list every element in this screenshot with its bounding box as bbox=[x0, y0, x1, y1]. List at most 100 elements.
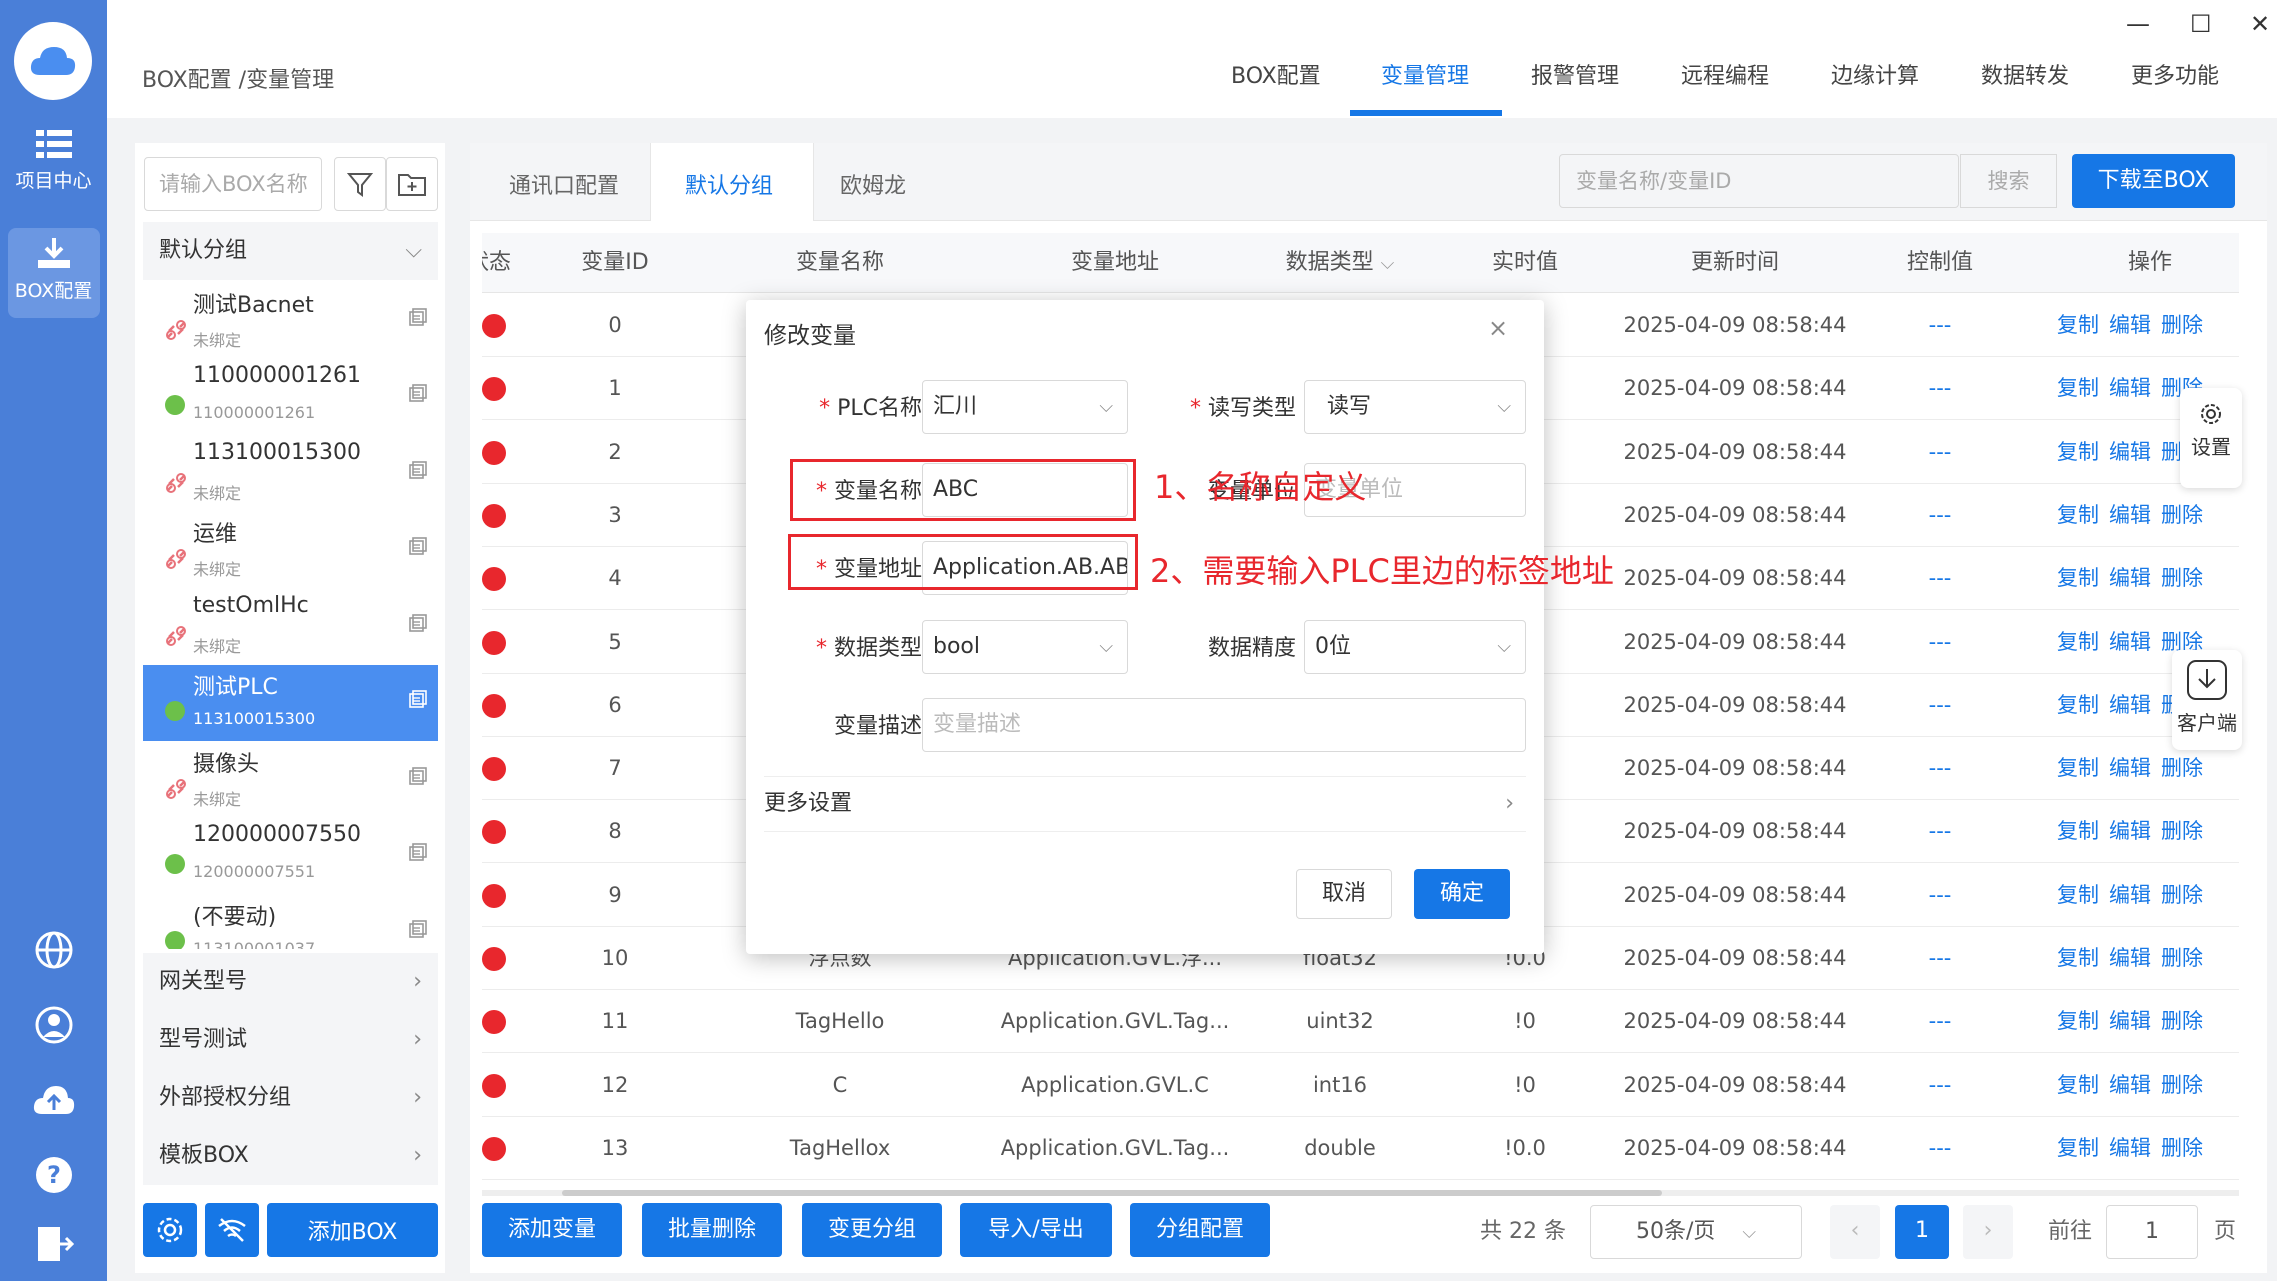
device-item[interactable]: 110000001261 110000001261 bbox=[143, 359, 438, 435]
edit-link[interactable]: 编辑 bbox=[2109, 566, 2151, 590]
current-page[interactable]: 1 bbox=[1895, 1205, 1949, 1259]
nav-edge-computing[interactable]: 边缘计算 bbox=[1831, 58, 1919, 90]
prev-page-button[interactable]: ‹ bbox=[1830, 1205, 1880, 1259]
device-item[interactable]: 测试PLC 113100015300 bbox=[143, 665, 438, 741]
add-variable-button[interactable]: 添加变量 bbox=[482, 1203, 622, 1257]
edit-link[interactable]: 编辑 bbox=[2109, 1009, 2151, 1033]
table-row[interactable]: 11 TagHello Application.GVL.Tag... uint32 !0… bbox=[482, 990, 2239, 1054]
edit-link[interactable]: 编辑 bbox=[2109, 630, 2151, 654]
copy-icon[interactable] bbox=[408, 842, 428, 868]
device-item[interactable]: 运维 未绑定 bbox=[143, 512, 438, 588]
copy-link[interactable]: 复制 bbox=[2057, 1073, 2099, 1097]
col-type[interactable]: 数据类型 ⌵ bbox=[1240, 233, 1440, 293]
device-item[interactable]: 摄像头 未绑定 bbox=[143, 742, 438, 818]
copy-link[interactable]: 复制 bbox=[2057, 376, 2099, 400]
edit-link[interactable]: 编辑 bbox=[2109, 756, 2151, 780]
logout-icon[interactable] bbox=[36, 1225, 75, 1269]
nav-more-functions[interactable]: 更多功能 bbox=[2131, 58, 2219, 90]
copy-link[interactable]: 复制 bbox=[2057, 313, 2099, 337]
box-search-input[interactable]: 请输入BOX名称 bbox=[144, 157, 322, 211]
copy-link[interactable]: 复制 bbox=[2057, 946, 2099, 970]
user-icon[interactable] bbox=[34, 1005, 74, 1051]
nav-variable-management[interactable]: 变量管理 bbox=[1381, 58, 1469, 90]
table-row[interactable]: 13 TagHellox Application.GVL.Tag... double!… bbox=[482, 1117, 2239, 1180]
copy-icon[interactable] bbox=[408, 689, 428, 715]
rw-select[interactable]: 读写 ⌵ bbox=[1304, 380, 1526, 434]
delete-link[interactable]: 删除 bbox=[2161, 1073, 2203, 1097]
copy-link[interactable]: 复制 bbox=[2057, 566, 2099, 590]
edit-link[interactable]: 编辑 bbox=[2109, 313, 2151, 337]
group-model-test[interactable]: 型号测试 › bbox=[143, 1011, 438, 1069]
copy-link[interactable]: 复制 bbox=[2057, 1009, 2099, 1033]
copy-link[interactable]: 复制 bbox=[2057, 819, 2099, 843]
copy-link[interactable]: 复制 bbox=[2057, 693, 2099, 717]
copy-icon[interactable] bbox=[408, 536, 428, 562]
page-size-select[interactable]: 50条/页 ⌵ bbox=[1590, 1205, 1802, 1259]
group-config-button[interactable]: 分组配置 bbox=[1130, 1203, 1270, 1257]
edit-link[interactable]: 编辑 bbox=[2109, 1073, 2151, 1097]
tab-comm-port[interactable]: 通讯口配置 bbox=[509, 168, 619, 200]
confirm-button[interactable]: 确定 bbox=[1414, 869, 1510, 919]
edit-link[interactable]: 编辑 bbox=[2109, 376, 2151, 400]
cloud-upload-icon[interactable] bbox=[32, 1082, 76, 1124]
group-template-box[interactable]: 模板BOX › bbox=[143, 1127, 438, 1185]
close-window-button[interactable]: ✕ bbox=[2250, 10, 2270, 38]
copy-icon[interactable] bbox=[408, 307, 428, 333]
copy-link[interactable]: 复制 bbox=[2057, 883, 2099, 907]
delete-link[interactable]: 删除 bbox=[2161, 819, 2203, 843]
nav-data-forwarding[interactable]: 数据转发 bbox=[1981, 58, 2069, 90]
copy-icon[interactable] bbox=[408, 613, 428, 639]
copy-icon[interactable] bbox=[408, 919, 428, 945]
maximize-button[interactable]: ☐ bbox=[2190, 10, 2212, 38]
nav-alarm-management[interactable]: 报警管理 bbox=[1531, 58, 1619, 90]
globe-icon[interactable] bbox=[34, 930, 74, 976]
nav-box-config[interactable]: BOX配置 bbox=[1231, 58, 1321, 90]
edit-link[interactable]: 编辑 bbox=[2109, 1136, 2151, 1160]
delete-link[interactable]: 删除 bbox=[2161, 1136, 2203, 1160]
edit-link[interactable]: 编辑 bbox=[2109, 819, 2151, 843]
delete-link[interactable]: 删除 bbox=[2161, 566, 2203, 590]
variable-search-input[interactable]: 变量名称/变量ID bbox=[1559, 154, 1959, 208]
tab-default-group[interactable]: 默认分组 bbox=[685, 168, 773, 200]
batch-delete-button[interactable]: 批量删除 bbox=[642, 1203, 782, 1257]
device-item[interactable]: (不要动) 113100001037 bbox=[143, 895, 438, 949]
next-page-button[interactable]: › bbox=[1963, 1205, 2013, 1259]
copy-link[interactable]: 复制 bbox=[2057, 440, 2099, 464]
import-export-button[interactable]: 导入/导出 bbox=[960, 1203, 1112, 1257]
tab-omron[interactable]: 欧姆龙 bbox=[840, 168, 906, 200]
search-button[interactable]: 搜索 bbox=[1960, 154, 2057, 208]
copy-icon[interactable] bbox=[408, 766, 428, 792]
client-float-button[interactable]: 客户端 bbox=[2172, 650, 2242, 750]
edit-link[interactable]: 编辑 bbox=[2109, 693, 2151, 717]
copy-link[interactable]: 复制 bbox=[2057, 630, 2099, 654]
change-group-button[interactable]: 变更分组 bbox=[802, 1203, 942, 1257]
rail-item-box-config[interactable]: BOX配置 bbox=[0, 236, 107, 303]
plc-select[interactable]: 汇川 ⌵ bbox=[922, 380, 1128, 434]
edit-link[interactable]: 编辑 bbox=[2109, 440, 2151, 464]
copy-icon[interactable] bbox=[408, 460, 428, 486]
edit-link[interactable]: 编辑 bbox=[2109, 883, 2151, 907]
device-item[interactable]: 113100015300 未绑定 bbox=[143, 436, 438, 512]
close-icon[interactable]: × bbox=[1488, 314, 1508, 342]
group-external-auth[interactable]: 外部授权分组 › bbox=[143, 1069, 438, 1127]
copy-icon[interactable] bbox=[408, 383, 428, 409]
copy-link[interactable]: 复制 bbox=[2057, 756, 2099, 780]
delete-link[interactable]: 删除 bbox=[2161, 1009, 2203, 1033]
wifi-off-button[interactable] bbox=[205, 1203, 259, 1257]
edit-link[interactable]: 编辑 bbox=[2109, 503, 2151, 527]
copy-link[interactable]: 复制 bbox=[2057, 1136, 2099, 1160]
delete-link[interactable]: 删除 bbox=[2161, 883, 2203, 907]
delete-link[interactable]: 删除 bbox=[2161, 756, 2203, 780]
delete-link[interactable]: 删除 bbox=[2161, 946, 2203, 970]
h-scrollbar[interactable] bbox=[482, 1190, 2239, 1196]
desc-input[interactable]: 变量描述 bbox=[922, 698, 1526, 752]
group-default[interactable]: 默认分组 ⌵ bbox=[143, 222, 438, 280]
delete-link[interactable]: 删除 bbox=[2161, 313, 2203, 337]
device-item[interactable]: testOmlHc 未绑定 bbox=[143, 589, 438, 665]
help-icon[interactable]: ? bbox=[34, 1155, 74, 1201]
add-box-button[interactable]: 添加BOX bbox=[267, 1203, 438, 1257]
goto-input[interactable]: 1 bbox=[2106, 1205, 2198, 1259]
settings-button[interactable] bbox=[143, 1203, 197, 1257]
rail-item-projects[interactable]: 项目中心 bbox=[0, 128, 107, 193]
nav-remote-programming[interactable]: 远程编程 bbox=[1681, 58, 1769, 90]
